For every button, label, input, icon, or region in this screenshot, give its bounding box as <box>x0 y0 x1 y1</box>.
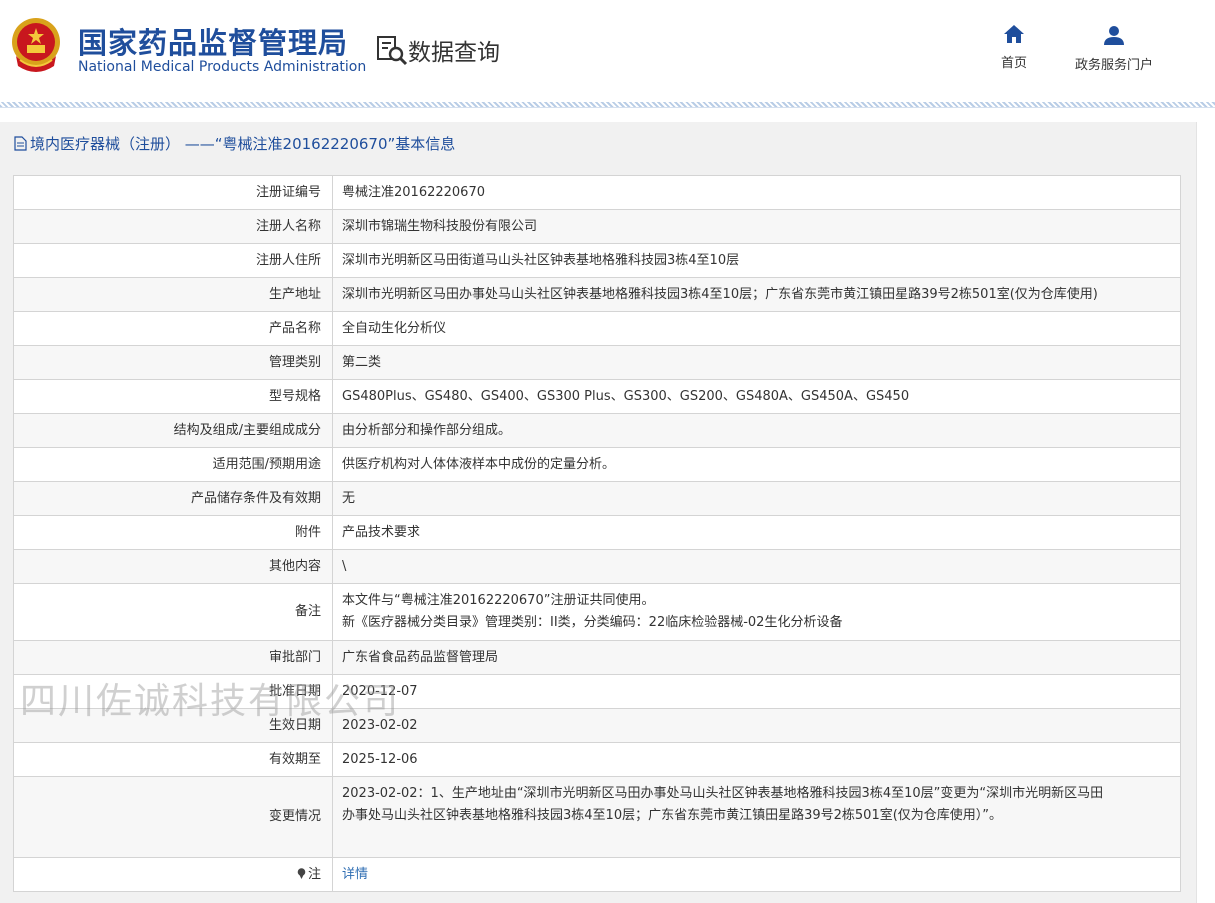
table-row: 生产地址 深圳市光明新区马田办事处马山头社区钟表基地格雅科技园3栋4至10层；广… <box>13 277 1181 312</box>
row-label: 注册证编号 <box>13 175 333 210</box>
nav-service-portal[interactable]: 政务服务门户 <box>1068 24 1160 73</box>
row-label: 注册人住所 <box>13 243 333 278</box>
table-row: 管理类别 第二类 <box>13 345 1181 380</box>
row-value: 第二类 <box>332 345 1181 380</box>
remarks-line-2: 新《医疗器械分类目录》管理类别：II类，分类编码：22临床检验器械-02生化分析… <box>342 615 843 630</box>
row-label: 注册人名称 <box>13 209 333 244</box>
row-label: 产品储存条件及有效期 <box>13 481 333 516</box>
table-row: 生效日期 2023-02-02 <box>13 708 1181 743</box>
home-icon <box>1004 25 1024 43</box>
remarks-line-1: 本文件与“粤械注准20162220670”注册证共同使用。 <box>342 593 655 608</box>
user-icon <box>1104 26 1124 45</box>
changes-line-2: 办事处马山头社区钟表基地格雅科技园3栋4至10层；广东省东莞市黄江镇田星路39号… <box>342 808 1003 823</box>
row-label: 附件 <box>13 515 333 550</box>
table-row: 注册人住所 深圳市光明新区马田街道马山头社区钟表基地格雅科技园3栋4至10层 <box>13 243 1181 278</box>
row-value: 产品技术要求 <box>332 515 1181 550</box>
row-label: 注 <box>13 857 333 892</box>
row-label: 管理类别 <box>13 345 333 380</box>
note-label: 注 <box>307 866 321 882</box>
table-row: 注册证编号 粤械注准20162220670 <box>13 175 1181 210</box>
nav-home-label: 首页 <box>1000 56 1027 71</box>
row-value: 2023-02-02：1、生产地址由“深圳市光明新区马田办事处马山头社区钟表基地… <box>332 776 1181 858</box>
data-query-label: 数据查询 <box>408 40 500 66</box>
row-value: 本文件与“粤械注准20162220670”注册证共同使用。 新《医疗器械分类目录… <box>332 583 1181 641</box>
nav-home[interactable]: 首页 <box>996 24 1032 71</box>
row-label: 批准日期 <box>13 674 333 709</box>
row-value: 深圳市光明新区马田街道马山头社区钟表基地格雅科技园3栋4至10层 <box>332 243 1181 278</box>
row-label: 产品名称 <box>13 311 333 346</box>
row-label: 备注 <box>13 583 333 641</box>
table-row: 型号规格 GS480Plus、GS480、GS400、GS300 Plus、GS… <box>13 379 1181 414</box>
row-label: 适用范围/预期用途 <box>13 447 333 482</box>
panel-title-text: 境内医疗器械（注册） ——“粤械注准20162220670”基本信息 <box>30 135 456 153</box>
document-icon <box>14 136 27 151</box>
data-query-icon <box>377 36 408 66</box>
changes-line-1: 2023-02-02：1、生产地址由“深圳市光明新区马田办事处马山头社区钟表基地… <box>342 786 1104 801</box>
details-link[interactable]: 详情 <box>342 867 368 882</box>
row-label: 型号规格 <box>13 379 333 414</box>
row-value: \ <box>332 549 1181 584</box>
row-label: 变更情况 <box>13 776 333 858</box>
info-table: 注册证编号 粤械注准20162220670 注册人名称 深圳市锦瑞生物科技股份有… <box>13 175 1181 892</box>
data-query-title: 数据查询 <box>376 32 500 68</box>
table-row: 有效期至 2025-12-06 <box>13 742 1181 777</box>
table-row: 变更情况 2023-02-02：1、生产地址由“深圳市光明新区马田办事处马山头社… <box>13 776 1181 858</box>
table-row: 适用范围/预期用途 供医疗机构对人体体液样本中成份的定量分析。 <box>13 447 1181 482</box>
logo-title-cn: 国家药品监督管理局 <box>78 26 349 60</box>
table-row: 产品名称 全自动生化分析仪 <box>13 311 1181 346</box>
row-label: 生效日期 <box>13 708 333 743</box>
row-value: 供医疗机构对人体体液样本中成份的定量分析。 <box>332 447 1181 482</box>
row-label: 结构及组成/主要组成成分 <box>13 413 333 448</box>
row-label: 审批部门 <box>13 640 333 675</box>
row-value: 深圳市光明新区马田办事处马山头社区钟表基地格雅科技园3栋4至10层；广东省东莞市… <box>332 277 1181 312</box>
header-divider-line <box>0 107 1215 108</box>
row-value: 2020-12-07 <box>332 674 1181 709</box>
row-label: 有效期至 <box>13 742 333 777</box>
row-value: GS480Plus、GS480、GS400、GS300 Plus、GS300、G… <box>332 379 1181 414</box>
site-header: 国家药品监督管理局 National Medical Products Admi… <box>0 0 1215 104</box>
row-label: 生产地址 <box>13 277 333 312</box>
table-row: 备注 本文件与“粤械注准20162220670”注册证共同使用。 新《医疗器械分… <box>13 583 1181 641</box>
row-value: 粤械注准20162220670 <box>332 175 1181 210</box>
pin-icon <box>297 867 306 879</box>
row-value: 由分析部分和操作部分组成。 <box>332 413 1181 448</box>
table-row: 产品储存条件及有效期 无 <box>13 481 1181 516</box>
table-row: 审批部门 广东省食品药品监督管理局 <box>13 640 1181 675</box>
logo-title-en: National Medical Products Administration <box>78 59 367 75</box>
table-row: 其他内容 \ <box>13 549 1181 584</box>
row-value: 深圳市锦瑞生物科技股份有限公司 <box>332 209 1181 244</box>
row-value: 2025-12-06 <box>332 742 1181 777</box>
table-row: 注册人名称 深圳市锦瑞生物科技股份有限公司 <box>13 209 1181 244</box>
row-value: 无 <box>332 481 1181 516</box>
nav-portal-label: 政务服务门户 <box>1074 58 1153 73</box>
table-row: 附件 产品技术要求 <box>13 515 1181 550</box>
table-row: 注 详情 <box>13 857 1181 892</box>
row-value: 2023-02-02 <box>332 708 1181 743</box>
row-label: 其他内容 <box>13 549 333 584</box>
row-value: 广东省食品药品监督管理局 <box>332 640 1181 675</box>
national-emblem-icon <box>12 18 60 72</box>
row-value: 详情 <box>332 857 1181 892</box>
row-value: 全自动生化分析仪 <box>332 311 1181 346</box>
table-row: 结构及组成/主要组成成分 由分析部分和操作部分组成。 <box>13 413 1181 448</box>
panel-title: 境内医疗器械（注册） ——“粤械注准20162220670”基本信息 <box>14 133 455 154</box>
table-row: 批准日期 2020-12-07 <box>13 674 1181 709</box>
